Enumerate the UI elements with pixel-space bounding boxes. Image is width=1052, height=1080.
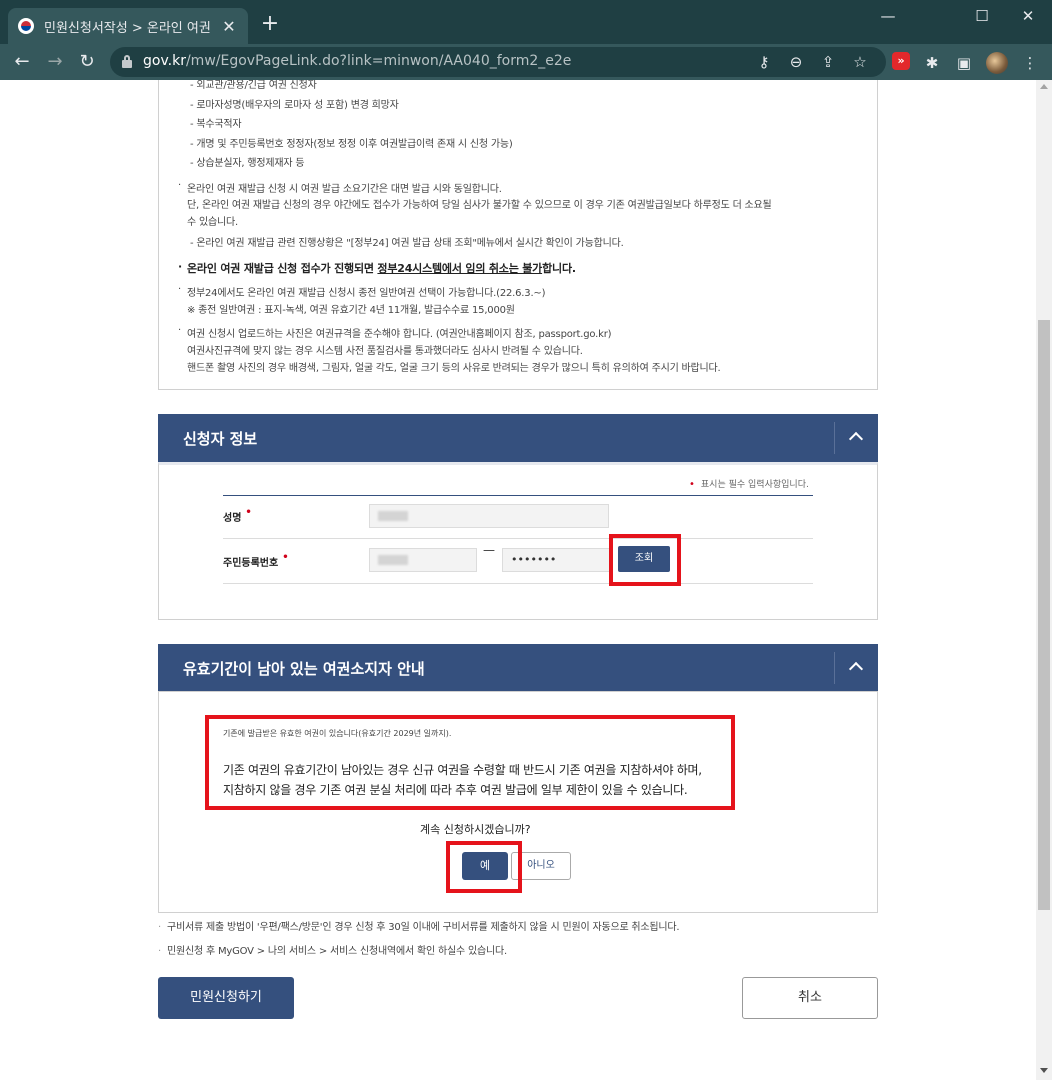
- key-icon[interactable]: ⚷: [754, 52, 774, 72]
- new-tab-button[interactable]: +: [258, 13, 282, 35]
- extension-red-icon[interactable]: »: [892, 52, 910, 70]
- notice-text: 정부24에서도 온라인 여권 재발급 신청시 종전 일반여권 선택이 가능합니다…: [187, 288, 546, 299]
- notice-text: 수 있습니다.: [187, 217, 238, 228]
- apply-button[interactable]: 민원신청하기: [158, 977, 294, 1019]
- tab-title: 민원신청서작성 > 온라인 여권 재: [44, 20, 214, 36]
- browser-tabbar: 민원신청서작성 > 온라인 여권 재 ✕ + — ☐ ✕: [0, 0, 1052, 44]
- scroll-down-arrow-icon[interactable]: [1040, 1068, 1048, 1073]
- rrn-front-field[interactable]: [369, 548, 477, 572]
- applicant-panel-header[interactable]: 신청자 정보: [158, 414, 878, 462]
- zoom-icon[interactable]: ⊖: [786, 52, 806, 72]
- notice-text: 여권 신청시 업로드하는 사진은 여권규격을 준수해야 합니다. (여권안내홈페…: [187, 329, 612, 340]
- reload-button[interactable]: ↻: [75, 50, 99, 74]
- window-close-button[interactable]: ✕: [1008, 4, 1048, 28]
- notice-text: - 온라인 여권 재발급 관련 진행상황은 "[정부24] 여권 발급 상태 조…: [190, 238, 624, 249]
- notice-warning: 온라인 여권 재발급 신청 접수가 진행되면 정부24시스템에서 임의 취소는 …: [187, 262, 576, 275]
- notice-line: - 개명 및 주민등록번호 정정자(정보 정정 이후 여권발급이력 존재 시 신…: [190, 139, 513, 150]
- maximize-button[interactable]: ☐: [962, 4, 1002, 28]
- notice-text: 온라인 여권 재발급 신청 시 여권 발급 소요기간은 대면 발급 시와 동일합…: [187, 184, 502, 195]
- side-panel-icon[interactable]: ▣: [954, 53, 974, 73]
- collapse-toggle-button[interactable]: [834, 422, 878, 454]
- chevron-up-icon: [848, 661, 864, 677]
- panel-title: 유효기간이 남아 있는 여권소지자 안내: [183, 660, 425, 678]
- browser-toolbar: ← → ↻ gov.kr/mw/EgovPageLink.do?link=min…: [0, 44, 1052, 80]
- notice-text: 핸드폰 촬영 사진의 경우 배경색, 그림자, 얼굴 각도, 얼굴 크기 등의 …: [187, 363, 721, 374]
- notice-bullet: ·: [178, 180, 181, 191]
- notice-bullet: ·: [178, 260, 182, 273]
- cancel-button[interactable]: 취소: [742, 977, 878, 1019]
- rrn-dash: —: [483, 543, 495, 557]
- bookmark-star-icon[interactable]: ☆: [850, 52, 870, 72]
- url-text[interactable]: gov.kr/mw/EgovPageLink.do?link=minwon/AA…: [143, 53, 571, 69]
- notice-text: 여권사진규격에 맞지 않는 경우 시스템 사전 품질검사를 통과했더라도 심사시…: [187, 346, 583, 357]
- highlight-box: [446, 841, 522, 893]
- applicant-panel-body: • 표시는 필수 입력사항입니다. 성명• 주민등록번호• — ••••••• 조…: [158, 462, 878, 620]
- warning-line: 기존 여권의 유효기간이 남아있는 경우 신규 여권을 수령할 때 반드시 기존…: [223, 763, 702, 777]
- notice-bullet: ·: [178, 284, 181, 295]
- menu-kebab-icon[interactable]: ⋮: [1020, 53, 1040, 73]
- notice-text: ※ 종전 일반여권 : 표지-녹색, 여권 유효기간 4년 11개월, 발급수수…: [187, 305, 515, 316]
- notice-text: 단, 온라인 여권 재발급 신청의 경우 야간에도 접수가 가능하여 당일 심사…: [187, 200, 772, 211]
- back-button[interactable]: ←: [10, 50, 34, 74]
- notice-line: - 복수국적자: [190, 119, 242, 130]
- page-viewport: - 외교관/관용/긴급 여권 신청자 - 로마자성명(배우자의 로마자 성 포함…: [0, 80, 1036, 1080]
- notice-line: - 로마자성명(배우자의 로마자 성 포함) 변경 희망자: [190, 100, 399, 111]
- minimize-button[interactable]: —: [868, 4, 908, 28]
- footer-note: · 구비서류 제출 방법이 '우편/팩스/방문'인 경우 신청 후 30일 이내에…: [158, 922, 680, 933]
- footer-note: · 민원신청 후 MyGOV > 나의 서비스 > 서비스 신청내역에서 확인 하…: [158, 946, 507, 957]
- share-icon[interactable]: ⇪: [818, 52, 838, 72]
- gov-favicon-icon: [18, 18, 34, 34]
- existing-passport-notice: 기존에 발급받은 유효한 여권이 있습니다(유효기간 2029년 일까지).: [223, 729, 452, 738]
- name-field[interactable]: [369, 504, 609, 528]
- required-dot-icon: •: [689, 479, 695, 490]
- highlight-box: [609, 534, 681, 586]
- forward-button[interactable]: →: [43, 50, 67, 74]
- chevron-up-icon: [848, 431, 864, 447]
- notice-line: - 상습분실자, 행정제재자 등: [190, 158, 305, 169]
- profile-avatar[interactable]: [986, 52, 1008, 74]
- lock-icon[interactable]: [122, 55, 132, 68]
- scroll-thumb[interactable]: [1038, 320, 1050, 910]
- form-row-line: [223, 583, 813, 584]
- browser-tab[interactable]: 민원신청서작성 > 온라인 여권 재 ✕: [8, 8, 248, 44]
- rrn-label: 주민등록번호•: [223, 552, 289, 569]
- notice-line: - 외교관/관용/긴급 여권 신청자: [190, 80, 317, 91]
- rrn-back-field[interactable]: •••••••: [502, 548, 610, 572]
- puzzle-extensions-icon[interactable]: ✱: [922, 53, 942, 73]
- form-top-line: [223, 495, 813, 496]
- warning-line: 지참하지 않을 경우 기존 여권 분실 처리에 따라 추후 여권 발급에 일부 …: [223, 783, 688, 797]
- continue-question: 계속 신청하시겠습니까?: [420, 823, 531, 836]
- collapse-toggle-button[interactable]: [834, 652, 878, 684]
- vertical-scrollbar[interactable]: [1036, 80, 1052, 1080]
- name-label: 성명•: [223, 507, 252, 524]
- passport-holder-panel-header[interactable]: 유효기간이 남아 있는 여권소지자 안내: [158, 644, 878, 691]
- required-note: • 표시는 필수 입력사항입니다.: [689, 479, 809, 490]
- notice-bullet: ·: [178, 325, 181, 336]
- passport-warning-box: 기존에 발급받은 유효한 여권이 있습니다(유효기간 2029년 일까지). 기…: [205, 715, 735, 810]
- tab-close-icon[interactable]: ✕: [220, 17, 238, 36]
- scroll-up-arrow-icon[interactable]: [1040, 84, 1048, 89]
- address-bar[interactable]: gov.kr/mw/EgovPageLink.do?link=minwon/AA…: [110, 47, 886, 77]
- form-row-line: [223, 538, 813, 539]
- panel-title: 신청자 정보: [183, 430, 258, 448]
